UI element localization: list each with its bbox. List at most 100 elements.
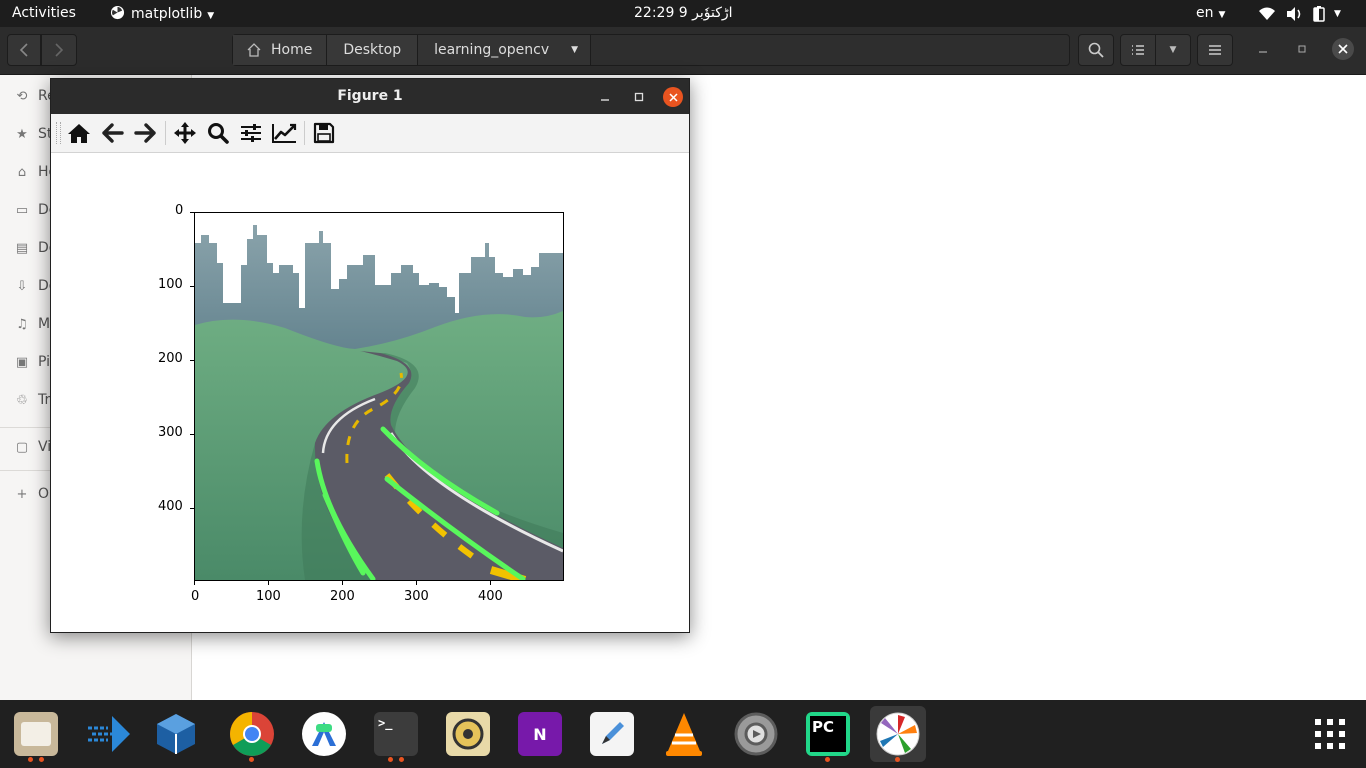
- forward-view-button[interactable]: [131, 119, 159, 147]
- maximize-icon: [634, 92, 644, 102]
- app-menu-label: matplotlib: [131, 6, 203, 22]
- move-icon: [174, 122, 196, 144]
- dock-app-matplotlib[interactable]: [870, 706, 926, 762]
- edit-axes-button[interactable]: [270, 119, 298, 147]
- trash-icon: ♲: [16, 392, 28, 408]
- y-tick-label: 100: [158, 277, 183, 292]
- dock-app-android-studio[interactable]: [296, 706, 352, 762]
- figure-minimize-button[interactable]: [595, 87, 615, 107]
- chevron-left-icon: [19, 43, 28, 57]
- sliders-icon: [241, 124, 261, 142]
- figure-close-button[interactable]: [663, 87, 683, 107]
- music-icon: ♫: [16, 316, 28, 332]
- x-tick: [194, 581, 195, 585]
- list-view-icon: [1132, 45, 1144, 55]
- back-view-button[interactable]: [99, 119, 127, 147]
- arrow-left-icon: [102, 123, 124, 143]
- breadcrumb-label: learning_opencv: [434, 42, 550, 58]
- show-applications-button[interactable]: [1302, 706, 1358, 762]
- minimize-button[interactable]: [1256, 41, 1270, 55]
- x-tick: [490, 581, 491, 585]
- close-button[interactable]: [1332, 38, 1354, 60]
- x-tick: [268, 581, 269, 585]
- image-axes[interactable]: [194, 212, 564, 581]
- dock-app-chrome[interactable]: [224, 706, 280, 762]
- dock-app-files[interactable]: [8, 706, 64, 762]
- arrow-right-icon: [134, 123, 156, 143]
- figure-window: Figure 1 0 100 200 300 400 0 100 200 300…: [50, 78, 690, 633]
- home-icon: ⌂: [17, 164, 27, 180]
- language-indicator[interactable]: en ▼: [1196, 5, 1225, 21]
- x-tick-label: 0: [191, 589, 200, 604]
- dock-app-virtualbox[interactable]: [148, 706, 204, 762]
- x-tick-label: 200: [330, 589, 355, 604]
- pictures-icon: ▣: [15, 354, 29, 370]
- main-menu-button[interactable]: [1197, 34, 1233, 66]
- chevron-down-icon: ▼: [1169, 45, 1177, 55]
- zoom-icon: [208, 123, 229, 144]
- files-icon: [14, 712, 58, 756]
- maximize-button[interactable]: [1295, 41, 1309, 55]
- recent-icon: ⟲: [16, 88, 28, 104]
- system-menu[interactable]: ▼: [1258, 0, 1341, 27]
- y-tick-label: 0: [175, 203, 184, 218]
- breadcrumb-label: Desktop: [343, 42, 402, 58]
- clock[interactable]: 22:29 9 اڑکتوٗبر: [634, 5, 733, 21]
- forward-button[interactable]: [41, 34, 77, 66]
- back-button[interactable]: [7, 34, 41, 66]
- matplotlib-app-icon: [110, 5, 125, 20]
- breadcrumb-learning-opencv[interactable]: learning_opencv ▼: [418, 35, 592, 65]
- dock-app-rhythmbox[interactable]: [440, 706, 496, 762]
- x-tick: [416, 581, 417, 585]
- dock-app-terminal[interactable]: >_: [368, 706, 424, 762]
- breadcrumb-desktop[interactable]: Desktop: [327, 35, 419, 65]
- figure-canvas[interactable]: 0 100 200 300 400 0 100 200 300 400: [51, 153, 689, 632]
- sidebar-item-label: M: [38, 316, 51, 332]
- downloads-icon: ⇩: [16, 278, 28, 294]
- breadcrumb-home[interactable]: Home: [233, 35, 328, 65]
- file-manager-header: Home Desktop learning_opencv ▼ ▼: [0, 27, 1366, 75]
- dock-app-vscode[interactable]: [80, 706, 136, 762]
- figure-maximize-button[interactable]: [629, 87, 649, 107]
- chevron-down-icon: ▼: [571, 45, 579, 55]
- sidebar-item-label: Tr: [38, 392, 51, 408]
- terminal-icon: >_: [374, 712, 418, 756]
- pan-button[interactable]: [171, 119, 199, 147]
- dock-app-pycharm[interactable]: PC: [800, 706, 856, 762]
- dock-app-text-editor[interactable]: [584, 706, 640, 762]
- home-icon: [68, 124, 90, 143]
- vlc-icon: [666, 713, 702, 756]
- figure-titlebar[interactable]: Figure 1: [51, 79, 689, 114]
- toolbar-grip[interactable]: [56, 122, 61, 144]
- save-figure-button[interactable]: [310, 119, 338, 147]
- search-button[interactable]: [1078, 34, 1114, 66]
- dock-app-settings[interactable]: [728, 706, 784, 762]
- y-tick-label: 300: [158, 425, 183, 440]
- activities-button[interactable]: Activities: [12, 5, 76, 21]
- list-view-button[interactable]: [1120, 34, 1156, 66]
- configure-subplots-button[interactable]: [237, 119, 265, 147]
- road-city-image: [195, 213, 563, 580]
- toolbar-separator: [165, 121, 166, 145]
- figure-title: Figure 1: [337, 88, 403, 104]
- matplotlib-icon: [876, 712, 920, 756]
- sidebar-item-label: Pi: [38, 354, 51, 370]
- chevron-down-icon: ▼: [207, 11, 215, 21]
- dock: >_ N PC: [0, 700, 1366, 768]
- text-editor-icon: [590, 712, 634, 756]
- volume-icon: [1287, 6, 1301, 21]
- zoom-button[interactable]: [204, 119, 232, 147]
- minimize-icon: [601, 99, 609, 101]
- dock-app-onenote[interactable]: N: [512, 706, 568, 762]
- app-menu[interactable]: matplotlib ▼: [110, 5, 214, 22]
- restore-icon: [1298, 45, 1306, 53]
- android-studio-icon: [302, 712, 346, 756]
- home-button[interactable]: [65, 119, 93, 147]
- starred-icon: ★: [16, 126, 28, 142]
- pycharm-icon: PC: [806, 712, 850, 756]
- view-options-button[interactable]: ▼: [1155, 34, 1191, 66]
- sidebar-item-label: O: [38, 486, 50, 502]
- documents-icon: ▤: [15, 240, 29, 256]
- language-label: en: [1196, 5, 1214, 21]
- dock-app-vlc[interactable]: [656, 706, 712, 762]
